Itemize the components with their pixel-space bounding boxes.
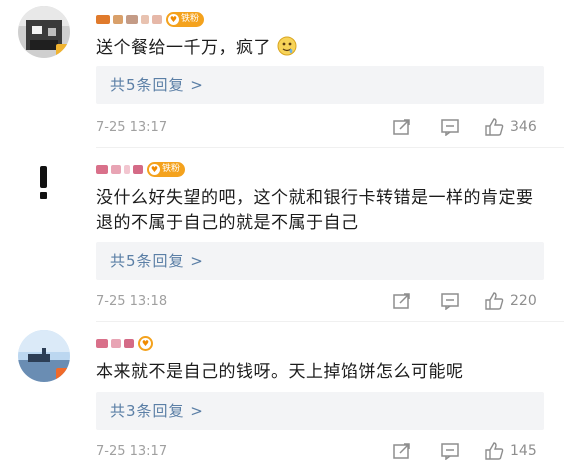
username-row: ♥: [96, 332, 153, 354]
reply-count-label: 共5条回复 >: [110, 252, 204, 270]
reply-count-label: 共3条回复 >: [110, 402, 204, 420]
share-icon[interactable]: [392, 442, 412, 460]
comment-icon[interactable]: [440, 292, 460, 310]
thumbs-up-icon: [485, 118, 504, 136]
divider: [96, 147, 564, 148]
avatar[interactable]: [18, 156, 70, 208]
like-count: 145: [510, 443, 537, 459]
reply-count-button[interactable]: 共5条回复 >: [96, 242, 544, 280]
username-row: ♥ 铁粉: [96, 8, 205, 30]
comment-meta: 7-25 13:17 145: [96, 442, 546, 464]
reply-count-button[interactable]: 共5条回复 >: [96, 66, 544, 104]
comment-icon[interactable]: [440, 442, 460, 460]
thumbs-up-icon: [485, 292, 504, 310]
avatar-image: [18, 156, 70, 208]
comment-meta: 7-25 13:17 346: [96, 118, 546, 140]
comment-text-body: 本来就不是自己的钱呀。天上掉馅饼怎么可能呢: [96, 362, 464, 382]
comment-text-body: 送个餐给一千万，疯了: [96, 38, 271, 58]
thumbs-up-icon: [485, 442, 504, 460]
username-blurred[interactable]: [96, 338, 134, 348]
badge-label: 铁粉: [162, 163, 181, 174]
badge-label: 铁粉: [181, 13, 200, 24]
comment-text: 本来就不是自己的钱呀。天上掉馅饼怎么可能呢: [96, 360, 546, 385]
heart-icon: ♥: [168, 13, 179, 25]
like-button[interactable]: 145: [484, 442, 537, 460]
avatar-image: [18, 330, 70, 382]
fan-badge: ♥ 铁粉: [166, 11, 205, 27]
heart-icon: ♥: [140, 337, 151, 349]
share-icon[interactable]: [392, 118, 412, 136]
avatar-image: [18, 6, 70, 58]
comment-text-body: 没什么好失望的吧，这个就和银行卡转错是一样的肯定要退的不属于自己的就是不属于自己: [96, 188, 534, 233]
avatar[interactable]: [18, 6, 70, 58]
like-count: 346: [510, 119, 537, 135]
username-blurred[interactable]: [96, 14, 162, 24]
comment-icon[interactable]: [440, 118, 460, 136]
share-icon[interactable]: [392, 292, 412, 310]
avatar[interactable]: [18, 330, 70, 382]
fan-badge: ♥ 铁粉: [147, 161, 186, 177]
reply-count-label: 共5条回复 >: [110, 76, 204, 94]
fan-badge: ♥: [138, 335, 153, 351]
comment-text: 没什么好失望的吧，这个就和银行卡转错是一样的肯定要退的不属于自己的就是不属于自己: [96, 186, 546, 236]
comment-text: 送个餐给一千万，疯了: [96, 36, 546, 61]
timestamp: 7-25 13:17: [96, 444, 168, 459]
like-button[interactable]: 220: [484, 292, 537, 310]
heart-icon: ♥: [149, 163, 160, 175]
like-count: 220: [510, 293, 537, 309]
like-button[interactable]: 346: [484, 118, 537, 136]
comment-meta: 7-25 13:18 220: [96, 292, 546, 314]
username-blurred[interactable]: [96, 164, 143, 174]
reply-count-button[interactable]: 共3条回复 >: [96, 392, 544, 430]
username-row: ♥ 铁粉: [96, 158, 186, 180]
timestamp: 7-25 13:18: [96, 294, 168, 309]
timestamp: 7-25 13:17: [96, 120, 168, 135]
divider: [96, 321, 564, 322]
drooling-face-icon: [277, 36, 297, 56]
